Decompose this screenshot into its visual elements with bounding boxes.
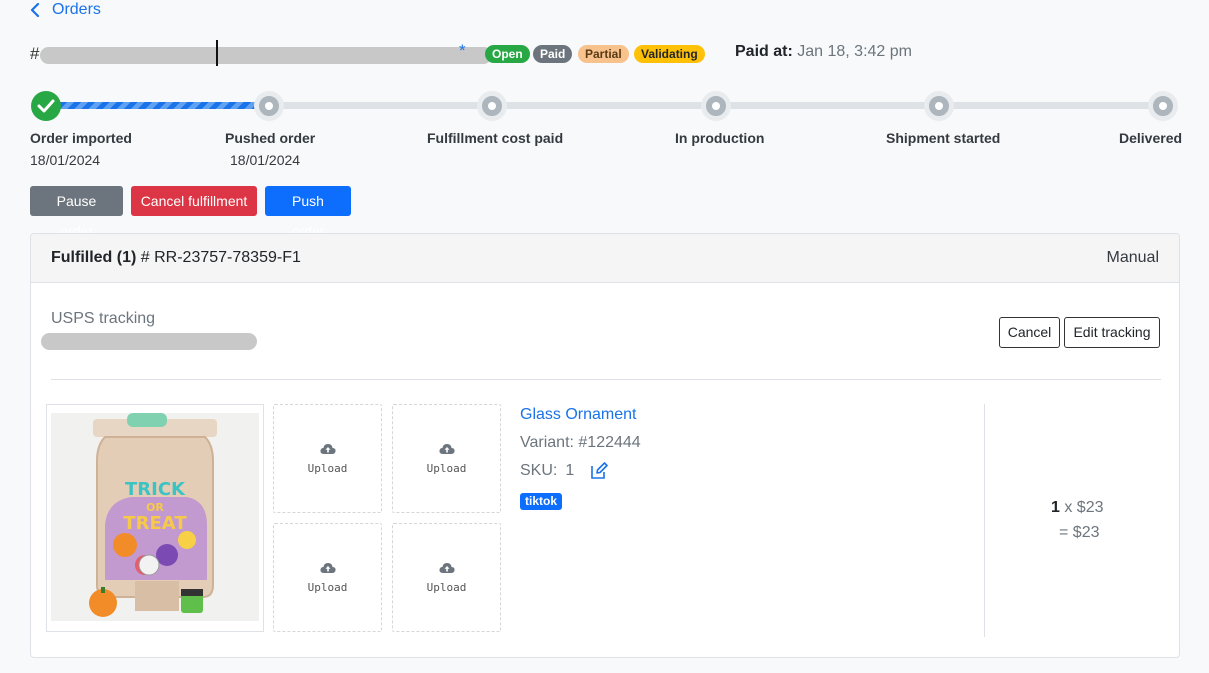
product-image: TRICK OR TREAT [46, 404, 264, 632]
product-name-link[interactable]: Glass Ornament [520, 406, 636, 424]
sku-value: 1 [565, 462, 575, 479]
cloud-upload-icon [319, 562, 336, 573]
quantity: 1 [1051, 499, 1060, 516]
fulfillment-title: Fulfilled (1) # RR-23757-78359-F1 [51, 249, 301, 267]
status-badge-open: Open [485, 45, 530, 63]
order-header: # * Open Paid Partial Validating Paid at… [30, 40, 930, 68]
progress-track-filled [46, 102, 268, 109]
edit-tracking-button[interactable]: Edit tracking [1064, 317, 1160, 348]
channel-tag: tiktok [520, 493, 563, 510]
order-hash: # [30, 44, 40, 63]
step-date-order-imported: 18/01/2024 [30, 152, 101, 168]
check-icon [37, 99, 55, 113]
redacted-order-id [40, 47, 492, 64]
step-node-delivered [1148, 91, 1178, 121]
cloud-upload-icon [438, 443, 455, 454]
step-label-delivered: Delivered [1119, 130, 1183, 146]
step-label-fulfillment-cost-paid: Fulfillment cost paid [427, 130, 564, 146]
cloud-upload-icon [319, 443, 336, 454]
upload-slot[interactable]: Upload [273, 404, 382, 513]
step-node-shipment-started [924, 91, 954, 121]
product-sku: SKU: 1 [520, 462, 609, 480]
svg-text:TRICK: TRICK [125, 479, 186, 500]
fulfillment-status: Fulfilled (1) [51, 249, 137, 266]
step-node-order-imported [31, 91, 61, 121]
status-badge-partial: Partial [578, 45, 629, 63]
unit-price: x $23 [1059, 499, 1104, 516]
step-label-shipment-started: Shipment started [886, 130, 1001, 146]
chevron-left-icon [30, 3, 40, 17]
fulfillment-number: # RR-23757-78359-F1 [136, 249, 301, 266]
paid-at-value: Jan 18, 3:42 pm [797, 43, 912, 60]
fulfillment-card-header: Fulfilled (1) # RR-23757-78359-F1 Manual [31, 234, 1179, 283]
cancel-tracking-button[interactable]: Cancel [999, 317, 1060, 348]
cancel-fulfillment-button[interactable]: Cancel fulfillment [131, 186, 257, 216]
fulfillment-type: Manual [1106, 249, 1159, 266]
upload-label: Upload [426, 580, 467, 594]
paid-at-label: Paid at: [735, 43, 793, 60]
back-to-orders-link[interactable]: Orders [30, 1, 101, 19]
push-order-button[interactable]: Push order [265, 186, 351, 239]
redacted-tracking-number [41, 333, 257, 350]
step-label-order-imported: Order imported [30, 130, 132, 146]
text-cursor [216, 40, 218, 66]
status-badge-paid: Paid [533, 45, 573, 63]
edit-sku-icon[interactable] [590, 462, 609, 480]
svg-text:TREAT: TREAT [123, 513, 187, 534]
quantity-price: 1 x $23 [1051, 499, 1104, 517]
paid-at: Paid at: Jan 18, 3:42 pm [735, 43, 912, 61]
upload-label: Upload [307, 580, 348, 594]
step-label-pushed-order: Pushed order [225, 130, 316, 146]
step-date-pushed-order: 18/01/2024 [230, 152, 301, 168]
status-badge-validating: Validating [634, 45, 705, 63]
fulfillment-card: Fulfilled (1) # RR-23757-78359-F1 Manual… [30, 233, 1180, 658]
tracking-carrier-label: USPS tracking [51, 310, 156, 327]
upload-slot[interactable]: Upload [273, 523, 382, 632]
pause-order-button[interactable]: Pause order [30, 186, 123, 239]
product-variant: Variant: #122444 [520, 434, 641, 451]
upload-label: Upload [426, 461, 467, 475]
order-progress-timeline: Order imported 18/01/2024 Pushed order 1… [0, 88, 1209, 178]
cloud-upload-icon [438, 562, 455, 573]
product-photo: TRICK OR TREAT [51, 413, 259, 621]
step-node-pushed-order [254, 91, 284, 121]
section-divider [51, 379, 1161, 380]
upload-slot[interactable]: Upload [392, 523, 501, 632]
required-star: * [459, 41, 466, 60]
vertical-divider [984, 404, 985, 637]
line-total: = $23 [1059, 524, 1100, 541]
upload-slot[interactable]: Upload [392, 404, 501, 513]
sku-label: SKU: [520, 462, 558, 479]
upload-label: Upload [307, 461, 348, 475]
back-link-label: Orders [52, 1, 101, 18]
step-node-in-production [701, 91, 731, 121]
step-node-fulfillment-cost-paid [477, 91, 507, 121]
step-label-in-production: In production [675, 130, 765, 146]
